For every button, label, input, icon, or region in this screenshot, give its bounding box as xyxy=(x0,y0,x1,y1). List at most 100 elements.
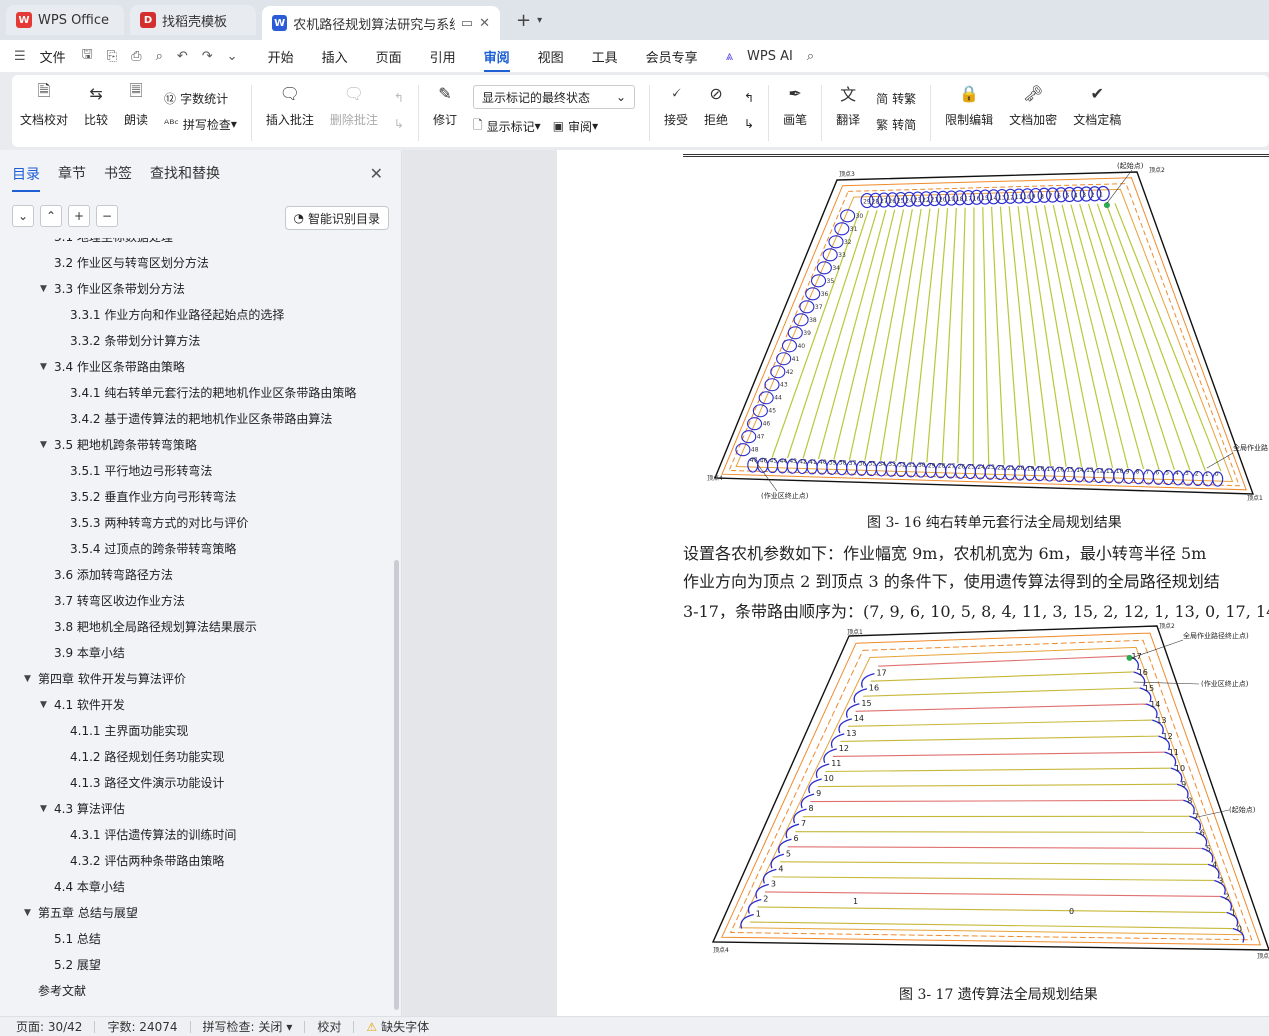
menu-start[interactable]: 开始 xyxy=(268,47,294,66)
accept-button[interactable]: 🗸 接受 xyxy=(664,81,688,128)
remove-icon[interactable]: − xyxy=(96,205,118,227)
toc-item[interactable]: 3.3 作业区条带划分方法 xyxy=(54,276,185,302)
compare-button[interactable]: ⇆ 比较 xyxy=(84,81,108,128)
toc-item[interactable]: 4.1 软件开发 xyxy=(54,692,125,718)
review-pane-button[interactable]: 审阅 xyxy=(568,118,592,135)
toc-item[interactable]: 3.3.1 作业方向和作业路径起始点的选择 xyxy=(70,302,284,328)
delete-comment-button[interactable]: 🗨 删除批注 xyxy=(330,81,378,128)
search-icon[interactable]: ⌕ xyxy=(807,49,814,64)
tab-list-chevron-icon[interactable]: ▾ xyxy=(537,15,542,26)
toc-expand-arrow-icon[interactable]: ▼ xyxy=(40,796,47,822)
tab-wps-office[interactable]: W WPS Office xyxy=(6,5,124,35)
hamburger-icon[interactable]: ☰ xyxy=(14,49,26,64)
close-icon[interactable]: ✕ xyxy=(370,164,383,183)
close-tab-icon[interactable]: ✕ xyxy=(479,16,490,31)
pen-button[interactable]: ✒ 画笔 xyxy=(783,81,807,128)
expand-down-icon[interactable]: ⌄ xyxy=(12,205,34,227)
nav-tab-toc[interactable]: 目录 xyxy=(12,164,40,192)
read-aloud-button[interactable]: 🗏 朗读 xyxy=(124,81,148,128)
toc-expand-arrow-icon[interactable]: ▼ xyxy=(40,692,47,718)
next-comment-icon[interactable]: ↳ xyxy=(394,111,404,137)
toc-item[interactable]: 4.3.1 评估遗传算法的训练时间 xyxy=(70,822,236,848)
toc-item[interactable]: 3.7 转弯区收边作业方法 xyxy=(54,588,185,614)
toc-item[interactable]: 4.4 本章小结 xyxy=(54,874,125,900)
print-icon[interactable]: ⎙ xyxy=(131,49,141,64)
to-traditional-button[interactable]: 简 转繁 xyxy=(876,85,916,111)
menu-tools[interactable]: 工具 xyxy=(592,47,618,66)
toc-item[interactable]: 第五章 总结与展望 xyxy=(38,900,138,926)
markup-state-select[interactable]: 显示标记的最终状态 ⌄ xyxy=(473,85,635,109)
toc-item[interactable]: 3.4 作业区条带路由策略 xyxy=(54,354,185,380)
spell-check-button[interactable]: ᴬᴮᶜ 拼写检查 ▾ xyxy=(164,111,237,137)
nav-tab-find-replace[interactable]: 查找和替换 xyxy=(150,163,220,183)
show-markup-button[interactable]: 显示标记 xyxy=(487,118,535,135)
toc-item[interactable]: 3.4.1 纯右转单元套行法的耙地机作业区条带路由策略 xyxy=(70,380,356,406)
collapse-up-icon[interactable]: ⌃ xyxy=(40,205,62,227)
status-proof[interactable]: 校对 xyxy=(317,1018,341,1035)
toc-item[interactable]: 3.5.3 两种转弯方式的对比与评价 xyxy=(70,510,248,536)
redo-icon[interactable]: ↷ xyxy=(202,49,213,64)
toc-item[interactable]: 3.5 耙地机跨条带转弯策略 xyxy=(54,432,197,458)
menu-review[interactable]: 审阅 xyxy=(483,47,510,72)
toc-expand-arrow-icon[interactable]: ▼ xyxy=(40,354,47,380)
status-spell-chevron-icon[interactable]: ▾ xyxy=(286,1020,292,1034)
nav-tab-chapters[interactable]: 章节 xyxy=(58,163,86,183)
next-change-icon[interactable]: ↳ xyxy=(744,111,754,137)
more-chevron-icon[interactable]: ⌄ xyxy=(227,49,238,64)
insert-comment-button[interactable]: 🗨 插入批注 xyxy=(266,81,314,128)
menu-wps-ai[interactable]: WPS AI xyxy=(747,49,793,64)
toc-expand-arrow-icon[interactable]: ▼ xyxy=(40,432,47,458)
finalize-button[interactable]: ✔ 文档定稿 xyxy=(1073,81,1121,128)
tab-daoke-templates[interactable]: D 找稻壳模板 xyxy=(130,5,256,35)
toc-item[interactable]: 3.4.2 基于遗传算法的耙地机作业区条带路由算法 xyxy=(70,406,332,432)
toc-item[interactable]: 4.3.2 评估两种条带路由策略 xyxy=(70,848,224,874)
revise-button[interactable]: ✎ 修订 xyxy=(433,81,457,128)
toc-item[interactable]: 4.3 算法评估 xyxy=(54,796,125,822)
status-page[interactable]: 页面: 30/42 xyxy=(16,1018,82,1035)
undo-icon[interactable]: ↶ xyxy=(177,49,188,64)
to-simplified-button[interactable]: 繁 转简 xyxy=(876,111,916,137)
reject-button[interactable]: ⊘ 拒绝 xyxy=(704,81,728,128)
toc-item[interactable]: 3.6 添加转弯路径方法 xyxy=(54,562,173,588)
translate-button[interactable]: 文 翻译 xyxy=(836,81,860,128)
status-words[interactable]: 字数: 24074 xyxy=(107,1018,177,1035)
print-preview-icon[interactable]: ⌕ xyxy=(156,49,163,64)
export-icon[interactable]: ⎘ xyxy=(107,49,117,64)
restrict-edit-button[interactable]: 🔒 限制编辑 xyxy=(945,81,993,128)
toc-item[interactable]: 3.1 地理坐标数据处理 xyxy=(54,238,173,250)
toc-item[interactable]: 4.1.3 路径文件演示功能设计 xyxy=(70,770,224,796)
toc-scrollbar[interactable] xyxy=(394,560,399,1010)
prev-change-icon[interactable]: ↰ xyxy=(744,85,754,111)
tab-document[interactable]: W 农机路径规划算法研究与系统开发 ▭ ✕ xyxy=(262,6,500,40)
menu-member[interactable]: 会员专享 xyxy=(646,47,698,66)
toc-item[interactable]: 4.1.1 主界面功能实现 xyxy=(70,718,188,744)
toc-expand-arrow-icon[interactable]: ▼ xyxy=(40,276,47,302)
toc-item[interactable]: 4.1.2 路径规划任务功能实现 xyxy=(70,744,224,770)
toc-item[interactable]: 5.1 总结 xyxy=(54,926,101,952)
word-count-button[interactable]: ⑫ 字数统计 xyxy=(164,85,237,111)
menu-file[interactable]: 文件 xyxy=(40,47,66,66)
toc-item[interactable]: 3.5.1 平行地边弓形转弯法 xyxy=(70,458,212,484)
toc-expand-arrow-icon[interactable]: ▼ xyxy=(24,666,31,692)
toc-item[interactable]: 3.9 本章小结 xyxy=(54,640,125,666)
prev-comment-icon[interactable]: ↰ xyxy=(394,85,404,111)
save-icon[interactable]: 🖫 xyxy=(82,45,93,67)
toc-item[interactable]: 第四章 软件开发与算法评价 xyxy=(38,666,186,692)
menu-view[interactable]: 视图 xyxy=(538,47,564,66)
toc-item[interactable]: 3.2 作业区与转弯区划分方法 xyxy=(54,250,209,276)
status-missing-font[interactable]: 缺失字体 xyxy=(381,1018,429,1035)
add-icon[interactable]: + xyxy=(68,205,90,227)
new-tab-icon[interactable]: + xyxy=(516,10,531,31)
nav-tab-bookmarks[interactable]: 书签 xyxy=(104,163,132,183)
toc-expand-arrow-icon[interactable]: ▼ xyxy=(24,900,31,926)
menu-insert[interactable]: 插入 xyxy=(322,47,348,66)
toc-item[interactable]: 3.5.2 垂直作业方向弓形转弯法 xyxy=(70,484,236,510)
toc-item[interactable]: 5.2 展望 xyxy=(54,952,101,978)
smart-toc-button[interactable]: ◔ 智能识别目录 xyxy=(284,206,389,230)
toc-item[interactable]: 3.3.2 条带划分计算方法 xyxy=(70,328,200,354)
window-mode-icon[interactable]: ▭ xyxy=(461,16,473,31)
encrypt-button[interactable]: 🗝 文档加密 xyxy=(1009,81,1057,128)
status-spell[interactable]: 拼写检查: 关闭 xyxy=(203,1018,283,1035)
menu-page[interactable]: 页面 xyxy=(376,47,402,66)
menu-reference[interactable]: 引用 xyxy=(430,47,456,66)
